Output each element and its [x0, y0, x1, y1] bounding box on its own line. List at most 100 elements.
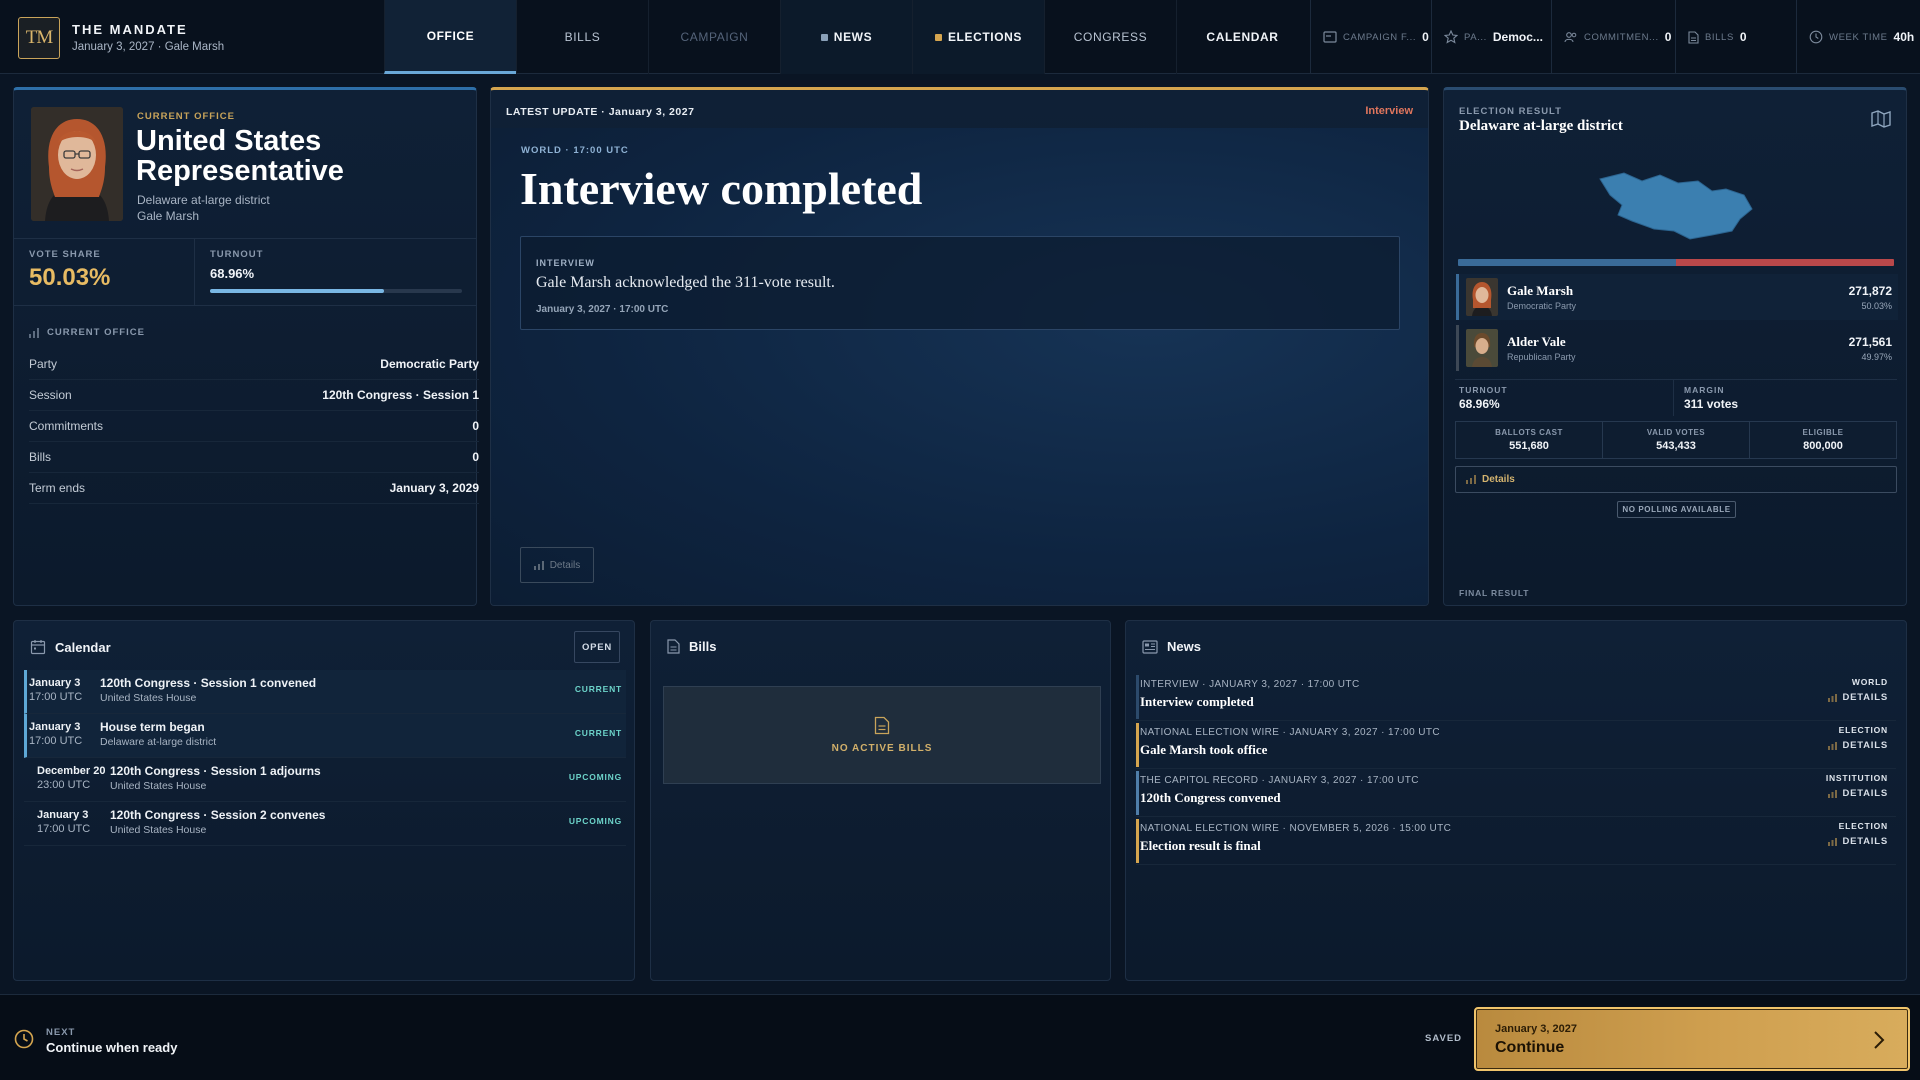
tab-calendar[interactable]: CALENDAR — [1176, 0, 1308, 74]
bar-chart-icon — [1466, 475, 1476, 484]
tab-bills[interactable]: BILLS — [516, 0, 648, 74]
tab-office[interactable]: OFFICE — [384, 0, 516, 74]
clock-icon — [1809, 30, 1823, 44]
stat-commitments[interactable]: COMMITMEN... 0 — [1551, 0, 1675, 74]
tab-congress[interactable]: CONGRESS — [1044, 0, 1176, 74]
calendar-open-button[interactable]: OPEN — [574, 631, 620, 663]
candidate-votes: 271,561 — [1848, 334, 1892, 349]
news-item[interactable]: NATIONAL ELECTION WIRE · NOVEMBER 5, 202… — [1136, 817, 1896, 865]
news-accent-bar — [1136, 819, 1139, 863]
turnout-bar — [210, 289, 462, 293]
divider — [1455, 379, 1897, 380]
news-accent-bar — [1136, 675, 1139, 719]
divider — [194, 239, 195, 305]
calendar-item[interactable]: January 3 17:00 UTC 120th Congress · Sess… — [24, 670, 626, 714]
candidate-pct: 50.03% — [1861, 300, 1892, 311]
current-office-caption: CURRENT OFFICE — [137, 111, 235, 122]
tab-campaign[interactable]: CAMPAIGN — [648, 0, 780, 74]
details-button[interactable]: Details — [520, 547, 594, 583]
office-panel: CURRENT OFFICE United States Representat… — [13, 87, 479, 606]
calendar-item[interactable]: January 3 17:00 UTC 120th Congress · Sess… — [24, 802, 626, 846]
news-item[interactable]: NATIONAL ELECTION WIRE · JANUARY 3, 2027… — [1136, 721, 1896, 769]
stat-campaign-funds[interactable]: CAMPAIGN F... 0 — [1310, 0, 1431, 74]
next-label: NEXT — [46, 1027, 76, 1038]
current-office-section: CURRENT OFFICE — [29, 327, 145, 338]
top-bar: TM THE MANDATE January 3, 2027 · Gale Ma… — [0, 0, 1920, 74]
bar-chart-icon — [1828, 693, 1838, 702]
tab-news[interactable]: NEWS — [780, 0, 912, 74]
bar-chart-icon — [533, 560, 544, 570]
calendar-panel: Calendar OPEN January 3 17:00 UTC 120th C… — [13, 620, 635, 981]
eligible-cell: ELIGIBLE 800,000 — [1750, 422, 1896, 458]
news-category: WORLD — [1851, 677, 1888, 687]
calendar-item[interactable]: December 20 23:00 UTC 120th Congress · Se… — [24, 758, 626, 802]
app-logo: TM — [18, 17, 60, 59]
news-details-link[interactable]: DETAILS — [1828, 788, 1888, 799]
candidate-avatar — [1466, 329, 1498, 367]
bar-chart-icon — [1828, 789, 1838, 798]
election-margin: MARGIN 311 votes — [1684, 385, 1739, 411]
continue-date: January 3, 2027 — [1495, 1023, 1577, 1035]
latest-update-body: WORLD · 17:00 UTC Interview completed IN… — [491, 128, 1428, 605]
office-row-session: Session 120th Congress · Session 1 — [29, 380, 479, 411]
candidate-votes: 271,872 — [1848, 283, 1892, 298]
office-row-commitments: Commitments 0 — [29, 411, 479, 442]
turnout-box: TURNOUT 68.96% — [210, 249, 472, 293]
candidate-avatar — [1466, 278, 1498, 316]
election-result-caption: ELECTION RESULT — [1459, 106, 1562, 117]
vote-share-value: 50.03% — [29, 264, 111, 291]
latest-update-title: Interview completed — [520, 163, 923, 214]
newspaper-icon — [1142, 639, 1158, 654]
clock-icon — [14, 1029, 34, 1049]
news-item[interactable]: INTERVIEW · JANUARY 3, 2027 · 17:00 UTC … — [1136, 673, 1896, 721]
news-title: News — [1167, 639, 1201, 654]
news-details-link[interactable]: DETAILS — [1828, 836, 1888, 847]
election-details-button[interactable]: Details — [1455, 466, 1897, 493]
final-result-label: FINAL RESULT — [1459, 588, 1530, 598]
office-row-term-ends: Term ends January 3, 2029 — [29, 473, 479, 504]
status-badge: CURRENT — [574, 684, 622, 694]
continue-label: Continue — [1495, 1039, 1565, 1056]
office-row-party: Party Democratic Party — [29, 349, 479, 380]
bar-chart-icon — [1828, 741, 1838, 750]
map-button[interactable] — [1870, 109, 1892, 134]
stat-party[interactable]: PA... Democ... — [1431, 0, 1551, 74]
vote-split-bar — [1458, 259, 1894, 266]
latest-update-tag: Interview — [1365, 105, 1413, 117]
card-time: January 3, 2027 · 17:00 UTC — [536, 304, 669, 315]
calendar-item[interactable]: January 3 17:00 UTC House term began Dela… — [24, 714, 626, 758]
candidate-color-bar — [1456, 274, 1459, 320]
news-category: ELECTION — [1838, 821, 1888, 831]
card-caption: INTERVIEW — [536, 258, 595, 268]
bills-title: Bills — [689, 639, 717, 654]
continue-button[interactable]: January 3, 2027 Continue — [1474, 1007, 1910, 1071]
news-category: ELECTION — [1838, 725, 1888, 735]
main-tabs: OFFICE BILLS CAMPAIGN NEWS ELECTIONS CON… — [384, 0, 1308, 74]
tab-elections[interactable]: ELECTIONS — [912, 0, 1044, 74]
candidate-name: Alder Vale — [1507, 334, 1566, 349]
candidate-row: Alder Vale Republican Party 271,561 49.97% — [1456, 325, 1898, 371]
divider — [14, 238, 476, 239]
document-icon — [1688, 30, 1699, 44]
stat-bills[interactable]: BILLS 0 — [1675, 0, 1796, 74]
stat-week-time[interactable]: WEEK TIME 40h — [1796, 0, 1920, 74]
avatar — [31, 107, 123, 221]
candidate-name: Gale Marsh — [1507, 283, 1574, 298]
news-dot-icon — [820, 33, 828, 41]
news-details-link[interactable]: DETAILS — [1828, 740, 1888, 751]
bills-header: Bills — [667, 639, 716, 654]
bar-chart-icon — [29, 327, 39, 338]
election-turnout: TURNOUT 68.96% — [1459, 385, 1508, 411]
divider — [14, 305, 476, 306]
news-panel: News INTERVIEW · JANUARY 3, 2027 · 17:00… — [1125, 620, 1907, 981]
news-item[interactable]: THE CAPITOL RECORD · JANUARY 3, 2027 · 1… — [1136, 769, 1896, 817]
candidate-party: Republican Party — [1507, 352, 1576, 362]
turnout-bar-fill — [210, 289, 384, 293]
valid-votes-cell: VALID VOTES 543,433 — [1603, 422, 1750, 458]
news-details-link[interactable]: DETAILS — [1828, 692, 1888, 703]
bills-empty-state: NO ACTIVE BILLS — [663, 686, 1101, 784]
document-icon — [874, 716, 890, 735]
footer-bar: NEXT Continue when ready SAVED January 3… — [0, 994, 1920, 1080]
latest-update-meta: WORLD · 17:00 UTC — [521, 145, 629, 156]
star-icon — [1444, 30, 1458, 44]
